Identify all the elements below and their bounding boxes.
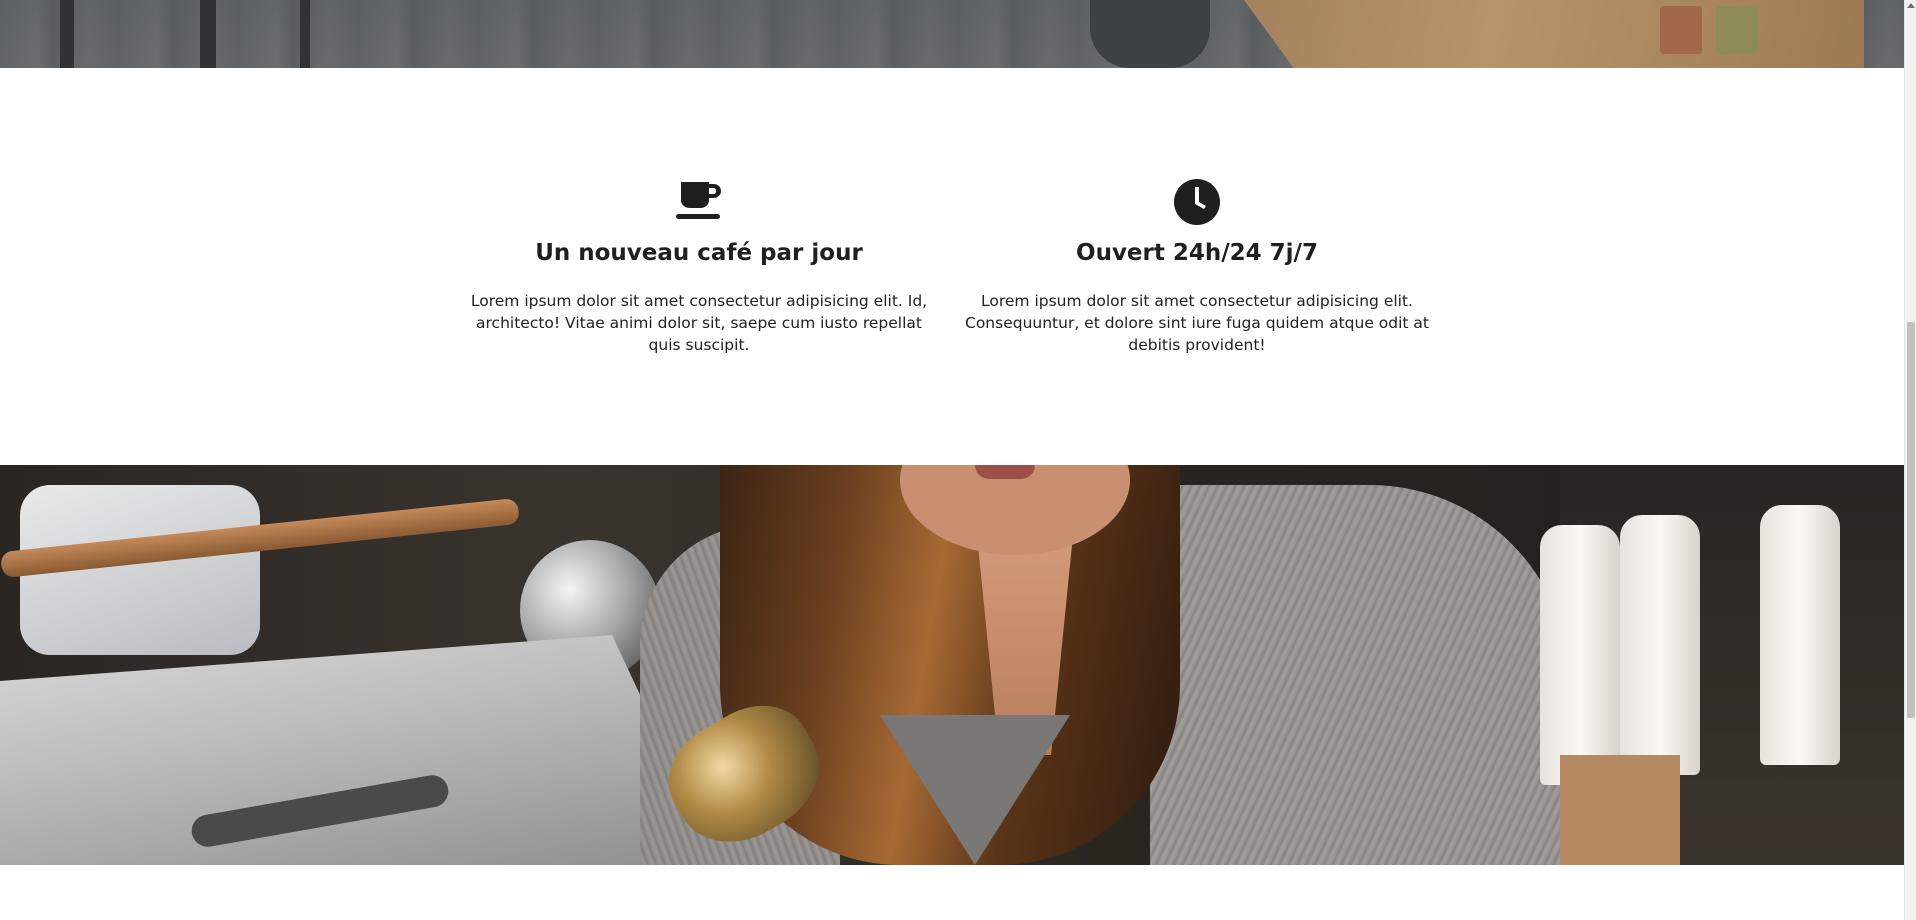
page-viewport: Un nouveau café par jour Lorem ipsum dol…	[0, 0, 1904, 920]
hero-image-top	[0, 0, 1904, 68]
feature-title: Ouvert 24h/24 7j/7	[1076, 240, 1318, 266]
scrollbar-thumb[interactable]	[1907, 322, 1915, 718]
chair-leg	[200, 0, 216, 68]
chair-leg	[300, 0, 310, 68]
cup	[1716, 6, 1758, 54]
coffee-cup-icon	[676, 182, 721, 219]
photo-cup-stack	[1760, 505, 1840, 765]
feature-title: Un nouveau café par jour	[535, 240, 863, 266]
feature-card: Ouvert 24h/24 7j/7 Lorem ipsum dolor sit…	[962, 178, 1432, 356]
photo-espresso-machine	[0, 635, 720, 865]
vertical-scrollbar[interactable]	[1904, 0, 1916, 920]
feature-card: Un nouveau café par jour Lorem ipsum dol…	[464, 178, 934, 356]
features-section: Un nouveau café par jour Lorem ipsum dol…	[0, 68, 1904, 465]
chair-seat	[1090, 0, 1210, 68]
scroll-up-arrow-icon[interactable]	[1907, 3, 1915, 8]
photo-box	[1560, 755, 1680, 865]
photo-cup-stack	[1620, 515, 1700, 775]
clock-icon	[1174, 179, 1220, 225]
chair-leg	[60, 0, 74, 68]
feature-description: Lorem ipsum dolor sit amet consectetur a…	[470, 292, 928, 354]
wooden-table	[1244, 0, 1864, 68]
photo-lips	[975, 465, 1035, 479]
hero-image-barista	[0, 465, 1904, 865]
photo-cup-stack	[1540, 525, 1620, 785]
photo-sweater	[1150, 485, 1570, 865]
feature-description: Lorem ipsum dolor sit amet consectetur a…	[965, 292, 1429, 354]
cup	[1660, 6, 1702, 54]
